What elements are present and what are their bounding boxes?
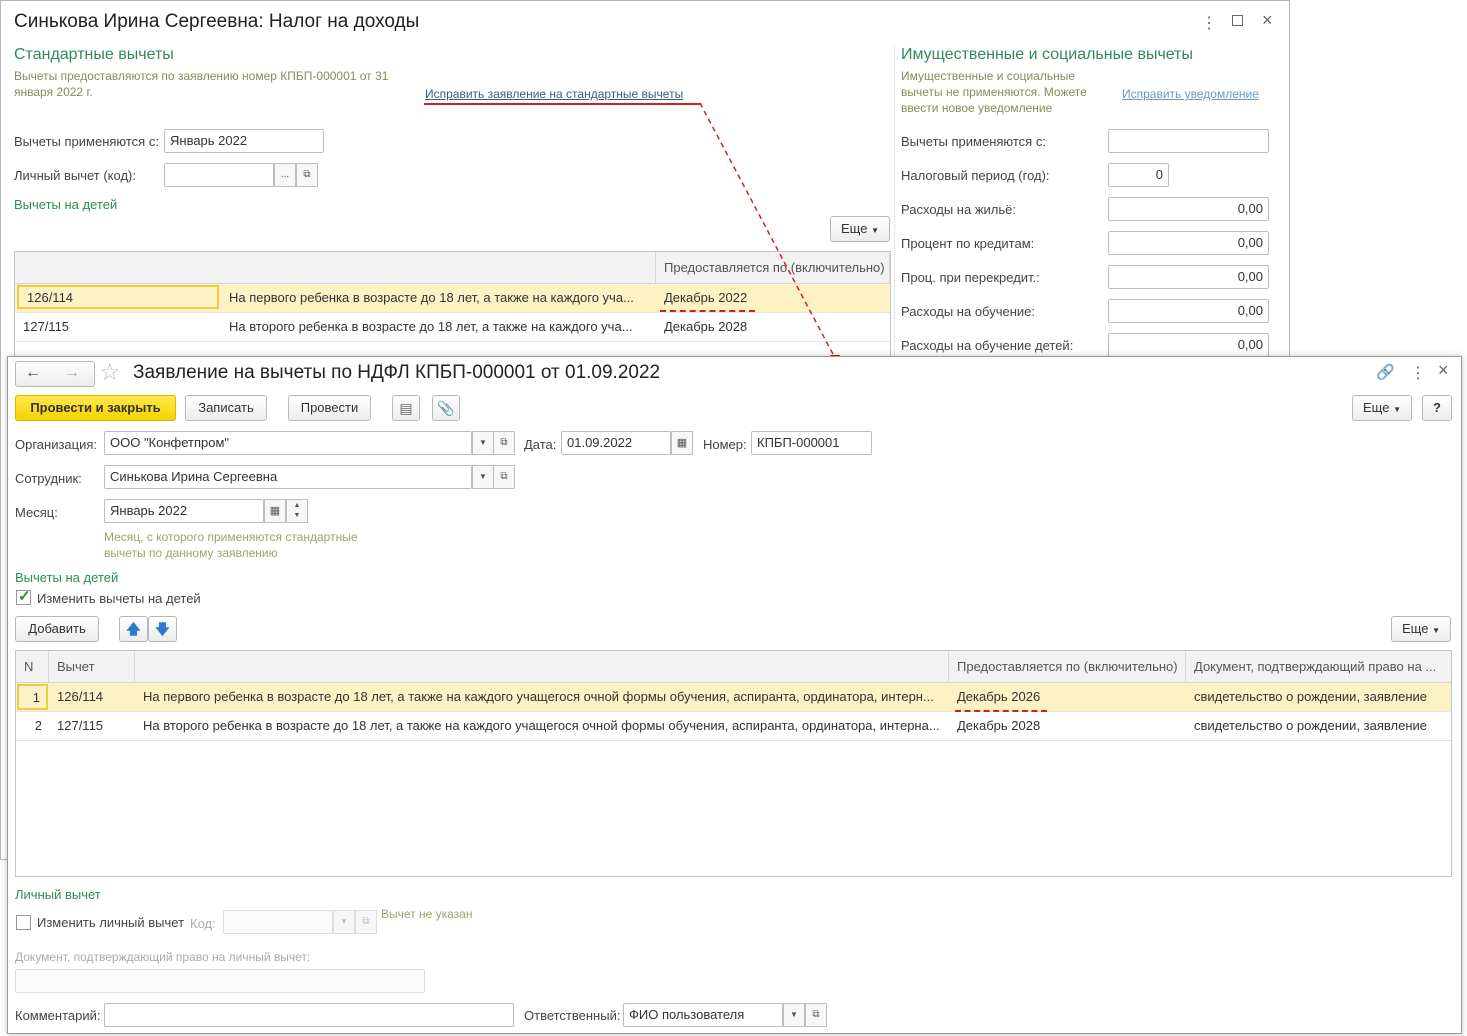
number-label: Номер:	[703, 437, 747, 452]
responsible-field[interactable]: ФИО пользователя	[623, 1003, 783, 1027]
table-row[interactable]: 2 127/115 На второго ребенка в возрасте …	[16, 712, 1451, 741]
chevron-down-icon[interactable]: ▼	[783, 1003, 805, 1027]
employee-label: Сотрудник:	[15, 471, 82, 486]
chevron-down-icon[interactable]: ▼	[472, 465, 494, 489]
forward-arrow-icon[interactable]: →	[64, 364, 80, 382]
calendar-icon[interactable]: ▦	[671, 431, 693, 455]
open-icon[interactable]: ⧉	[805, 1003, 827, 1027]
more-label: Еще	[1402, 621, 1429, 636]
front-menu-icon[interactable]: ⋮	[1410, 363, 1426, 383]
post-button[interactable]: Провести	[288, 395, 371, 421]
header-description	[135, 651, 949, 683]
save-button[interactable]: Записать	[185, 395, 267, 421]
checkmark-icon: ✓	[18, 588, 31, 605]
move-down-button[interactable]: 🡇	[148, 616, 177, 642]
arrow-down-icon: 🡇	[155, 621, 170, 637]
month-hint: Месяц, с которого применяются стандартны…	[104, 530, 358, 560]
front-more-button[interactable]: Еще ▼	[1352, 395, 1412, 421]
comment-field[interactable]	[104, 1003, 514, 1027]
link-icon[interactable]: 🔗	[1376, 363, 1395, 381]
open-icon[interactable]: ⧉	[493, 431, 515, 455]
header-document: Документ, подтверждающий право на ...	[1186, 651, 1451, 683]
document-list-icon[interactable]: ▤	[392, 395, 420, 421]
date-field[interactable]: 01.09.2022	[561, 431, 671, 455]
month-label: Месяц:	[15, 505, 58, 520]
chevron-down-icon: ▼	[1393, 405, 1401, 414]
change-children-checkbox[interactable]: ✓	[16, 588, 31, 605]
comment-label: Комментарий:	[15, 1008, 101, 1023]
nav-buttons: ← →	[15, 361, 95, 387]
date-label: Дата:	[524, 437, 557, 452]
chevron-down-icon: ▼	[1432, 626, 1440, 635]
back-arrow-icon[interactable]: ←	[25, 364, 41, 382]
chevron-down-icon[interactable]: ▼	[472, 431, 494, 455]
change-personal-label: Изменить личный вычет	[37, 915, 185, 930]
doc-cell: свидетельство о рождении, заявление	[1194, 718, 1427, 733]
front-window: ← → ☆ Заявление на вычеты по НДФЛ КПБП-0…	[7, 356, 1462, 1034]
children-table: N Вычет Предоставляется по (включительно…	[15, 650, 1452, 877]
org-label: Организация:	[15, 437, 98, 452]
doc-cell: свидетельство о рождении, заявление	[1194, 689, 1427, 704]
month-field[interactable]: Январь 2022	[104, 499, 264, 523]
n-cell: 1	[17, 684, 48, 710]
personal-doc-field[interactable]	[15, 969, 425, 993]
code-label: Код:	[190, 916, 216, 931]
code-cell: 127/115	[57, 718, 104, 733]
not-specified-text: Вычет не указан	[381, 907, 473, 921]
arrow-line	[699, 102, 836, 359]
table-row[interactable]: 1 126/114 На первого ребенка в возрасте …	[16, 683, 1451, 712]
employee-field[interactable]: Синькова Ирина Сергеевна	[104, 465, 472, 489]
n-cell: 2	[34, 718, 42, 733]
more-label: Еще	[1363, 400, 1390, 415]
move-up-button[interactable]: 🡅	[119, 616, 148, 642]
add-button[interactable]: Добавить	[15, 616, 99, 642]
month-stepper[interactable]: ▲ ▼	[286, 499, 308, 523]
header-deduction: Вычет	[49, 651, 135, 683]
table-more-button[interactable]: Еще ▼	[1391, 616, 1451, 642]
front-close-icon[interactable]: ×	[1438, 360, 1449, 381]
personal-heading: Личный вычет	[15, 887, 101, 902]
children-heading: Вычеты на детей	[15, 570, 119, 585]
attachment-icon[interactable]: 📎	[432, 395, 460, 421]
code-field[interactable]	[223, 910, 333, 934]
favorite-star-icon[interactable]: ☆	[99, 358, 121, 387]
post-and-close-button[interactable]: Провести и закрыть	[15, 395, 176, 421]
chevron-down-icon[interactable]: ▼	[333, 910, 355, 934]
change-personal-checkbox[interactable]	[16, 915, 31, 930]
header-provided: Предоставляется по (включительно)	[949, 651, 1186, 683]
until-cell: Декабрь 2028	[957, 718, 1041, 733]
change-children-label: Изменить вычеты на детей	[37, 591, 201, 606]
code-cell: 126/114	[57, 689, 104, 704]
responsible-label: Ответственный:	[524, 1008, 621, 1023]
personal-doc-label: Документ, подтверждающий право на личный…	[15, 950, 311, 964]
calendar-icon[interactable]: ▦	[264, 499, 286, 523]
number-field[interactable]: КПБП-000001	[751, 431, 872, 455]
org-field[interactable]: ООО "Конфетпром"	[104, 431, 472, 455]
help-button[interactable]: ?	[1422, 395, 1452, 421]
until-cell: Декабрь 2026	[957, 689, 1041, 704]
open-icon[interactable]: ⧉	[493, 465, 515, 489]
red-dash-marker	[955, 710, 1047, 712]
front-window-title: Заявление на вычеты по НДФЛ КПБП-000001 …	[133, 362, 661, 383]
arrow-up-icon: 🡅	[126, 621, 141, 637]
open-icon[interactable]: ⧉	[355, 910, 377, 934]
desc-cell: На первого ребенка в возрасте до 18 лет,…	[143, 689, 934, 704]
header-n: N	[16, 651, 49, 683]
desc-cell: На второго ребенка в возрасте до 18 лет,…	[143, 718, 940, 733]
